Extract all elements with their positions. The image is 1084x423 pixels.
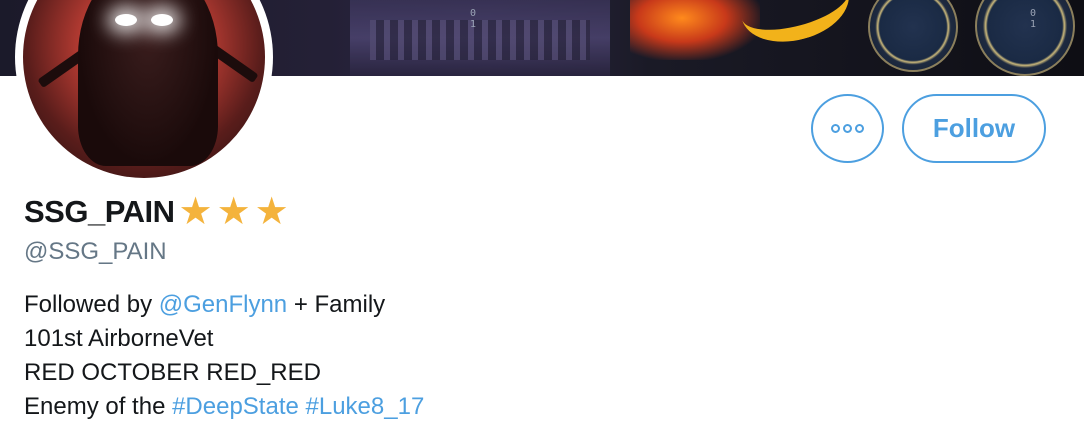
more-options-button[interactable] <box>811 94 884 163</box>
star-icon: ★ <box>178 191 213 233</box>
banner-digits: 01 <box>470 8 477 30</box>
mention-link-genflynn[interactable]: @GenFlynn <box>159 291 287 318</box>
banner-digits: 01 <box>1030 8 1037 30</box>
banner-seal-icon <box>868 0 958 72</box>
bio-line: 101st AirborneVet <box>24 325 214 352</box>
star-icon: ★ <box>216 191 251 233</box>
profile-bio: Followed by @GenFlynn + Family 101st Air… <box>24 288 424 423</box>
hashtag-link-luke8-17[interactable]: #Luke8_17 <box>306 393 425 420</box>
avatar-eye-glow <box>151 14 173 26</box>
bio-line: RED OCTOBER RED_RED <box>24 359 321 386</box>
profile-handle: @SSG_PAIN <box>24 238 167 265</box>
avatar-eye-glow <box>115 14 137 26</box>
follow-button[interactable]: Follow <box>902 94 1046 163</box>
avatar-image <box>23 0 265 178</box>
bio-line: Followed by @GenFlynn + Family <box>24 291 386 318</box>
bio-line: Enemy of the #DeepState #Luke8_17 <box>24 393 425 420</box>
name-star-badges: ★ ★ ★ <box>178 193 292 231</box>
star-icon: ★ <box>254 191 289 233</box>
profile-name-row: SSG_PAIN ★ ★ ★ <box>24 193 293 231</box>
banner-seal-icon <box>975 0 1075 76</box>
avatar[interactable] <box>15 0 273 186</box>
banner-capitol-image <box>350 0 610 76</box>
avatar-figure <box>78 0 218 166</box>
hashtag-link-deepstate[interactable]: #DeepState <box>172 393 299 420</box>
more-horizontal-icon <box>831 124 864 133</box>
display-name: SSG_PAIN <box>24 194 175 229</box>
